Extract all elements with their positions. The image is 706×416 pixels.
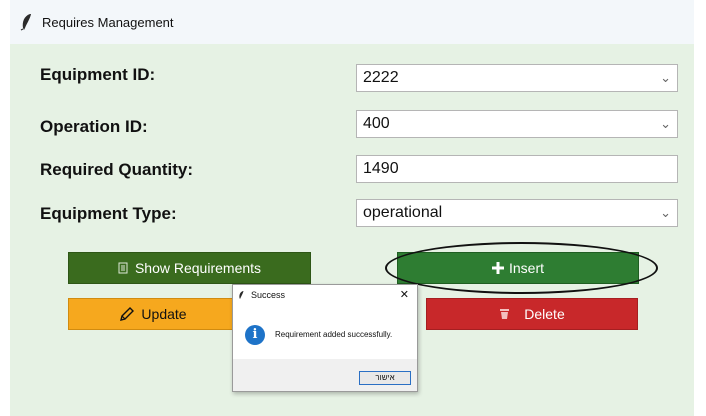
- window-title: Requires Management: [42, 14, 174, 30]
- info-icon: i: [245, 325, 265, 345]
- chevron-down-icon[interactable]: ⌄: [660, 200, 671, 226]
- operation-id-label: Operation ID:: [40, 117, 148, 136]
- show-requirements-label: Show Requirements: [134, 260, 262, 276]
- chevron-down-icon[interactable]: ⌄: [660, 111, 671, 137]
- ok-button[interactable]: אישור: [359, 371, 411, 385]
- update-button[interactable]: Update: [68, 298, 238, 330]
- required-quantity-input[interactable]: 1490: [356, 155, 678, 183]
- operation-id-combobox[interactable]: 400 ⌄: [356, 110, 678, 138]
- equipment-id-label: Equipment ID:: [40, 65, 156, 84]
- required-quantity-value: 1490: [363, 160, 399, 177]
- equipment-type-label: Equipment Type:: [40, 204, 177, 223]
- update-label: Update: [141, 306, 187, 322]
- delete-button[interactable]: Delete: [426, 298, 638, 330]
- equipment-id-combobox[interactable]: 2222 ⌄: [356, 64, 678, 92]
- show-requirements-button[interactable]: Show Requirements: [68, 252, 311, 284]
- close-icon[interactable]: ✕: [400, 288, 409, 301]
- required-quantity-label: Required Quantity:: [40, 160, 194, 179]
- document-icon: [118, 262, 128, 274]
- operation-id-value: 400: [363, 115, 390, 132]
- dialog-message: Requirement added successfully.: [275, 330, 393, 339]
- success-dialog: Success ✕ i Requirement added successful…: [232, 284, 418, 392]
- equipment-type-combobox[interactable]: operational ⌄: [356, 199, 678, 227]
- highlight-ellipse: [385, 242, 658, 294]
- trash-icon: [500, 309, 510, 319]
- title-bar: Requires Management: [10, 0, 694, 44]
- feather-icon: [239, 291, 244, 299]
- chevron-down-icon[interactable]: ⌄: [660, 65, 671, 91]
- pencil-icon: [120, 307, 135, 321]
- app-window: Requires Management Equipment ID: 2222 ⌄…: [10, 0, 694, 416]
- delete-label: Delete: [524, 306, 565, 322]
- equipment-type-value: operational: [363, 204, 443, 221]
- dialog-title: Success: [251, 290, 286, 300]
- equipment-id-value: 2222: [363, 69, 399, 86]
- dialog-title-bar: Success ✕: [233, 285, 417, 305]
- feather-icon: [20, 14, 31, 31]
- dialog-body: i Requirement added successfully.: [233, 305, 417, 359]
